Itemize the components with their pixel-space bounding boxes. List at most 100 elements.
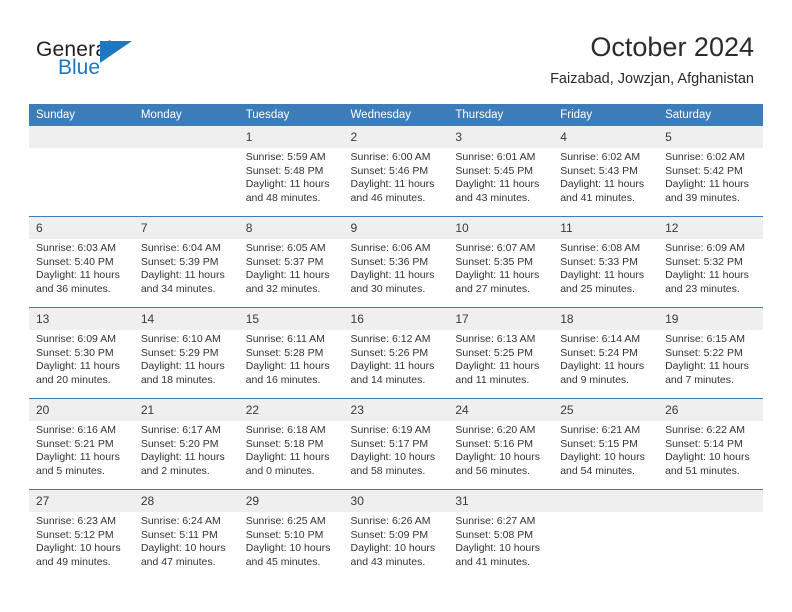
daylight-text: Daylight: 11 hours and 11 minutes. xyxy=(455,360,540,386)
daylight-text: Daylight: 11 hours and 32 minutes. xyxy=(245,269,330,295)
day-number xyxy=(133,126,239,148)
calendar-day-cell[interactable]: 14 Sunrise: 6:10 AM Sunset: 5:29 PM Dayligh… xyxy=(133,307,239,399)
sunset-text: Sunset: 5:40 PM xyxy=(36,255,114,268)
daylight-text: Daylight: 11 hours and 25 minutes. xyxy=(560,269,645,295)
day-number: 13 xyxy=(29,308,134,330)
day-details: Sunrise: 6:02 AM Sunset: 5:42 PM Daylight:… xyxy=(658,148,763,205)
sunset-text: Sunset: 5:35 PM xyxy=(455,255,534,268)
day-details: Sunrise: 6:12 AM Sunset: 5:26 PM Daylight:… xyxy=(344,330,449,387)
calendar-day-cell[interactable]: 6 Sunrise: 6:03 AM Sunset: 5:40 PM Daylight… xyxy=(29,216,134,308)
calendar-day-cell[interactable]: 8 Sunrise: 6:05 AM Sunset: 5:37 PM Daylight… xyxy=(238,216,344,308)
daylight-text: Daylight: 11 hours and 14 minutes. xyxy=(350,360,435,386)
day-number xyxy=(658,490,763,512)
calendar-day-cell[interactable]: 25 Sunrise: 6:21 AM Sunset: 5:15 PM Dayligh… xyxy=(553,398,659,490)
day-number: 11 xyxy=(553,217,659,239)
day-details: Sunrise: 6:05 AM Sunset: 5:37 PM Daylight:… xyxy=(239,239,344,296)
calendar-header-row: Sunday Monday Tuesday Wednesday Thursday Frid… xyxy=(29,104,763,126)
sunset-text: Sunset: 5:11 PM xyxy=(140,528,218,541)
weekday-header-thursday: Thursday xyxy=(448,104,554,126)
calendar-day-cell[interactable]: 31 Sunrise: 6:27 AM Sunset: 5:08 PM Dayligh… xyxy=(448,489,554,580)
day-details: Sunrise: 6:03 AM Sunset: 5:40 PM Daylight:… xyxy=(29,239,134,296)
calendar-day-cell[interactable]: 29 Sunrise: 6:25 AM Sunset: 5:10 PM Dayligh… xyxy=(238,489,344,580)
calendar-day-cell[interactable]: 1 Sunrise: 5:59 AM Sunset: 5:48 PM Daylight… xyxy=(238,126,344,217)
day-details: Sunrise: 6:02 AM Sunset: 5:43 PM Daylight:… xyxy=(553,148,658,205)
calendar-day-cell[interactable]: 23 Sunrise: 6:19 AM Sunset: 5:17 PM Dayligh… xyxy=(343,398,449,490)
calendar-day-cell[interactable]: 20 Sunrise: 6:16 AM Sunset: 5:21 PM Dayligh… xyxy=(29,398,134,490)
day-number: 4 xyxy=(553,126,659,148)
calendar-page: General Blue October 2024 Faizabad, Jowz… xyxy=(0,0,792,612)
sunrise-text: Sunrise: 6:16 AM xyxy=(36,424,116,436)
sunrise-text: Sunrise: 6:26 AM xyxy=(350,515,431,527)
sunset-text: Sunset: 5:15 PM xyxy=(560,437,638,450)
sunrise-text: Sunrise: 6:03 AM xyxy=(36,242,116,254)
day-number: 22 xyxy=(238,399,344,421)
calendar-day-cell[interactable]: 30 Sunrise: 6:26 AM Sunset: 5:09 PM Dayligh… xyxy=(343,489,449,580)
calendar-day-cell[interactable]: 9 Sunrise: 6:06 AM Sunset: 5:36 PM Daylight… xyxy=(343,216,449,308)
calendar-day-cell[interactable]: 2 Sunrise: 6:00 AM Sunset: 5:46 PM Daylight… xyxy=(343,126,449,217)
daylight-text: Daylight: 11 hours and 7 minutes. xyxy=(665,360,749,386)
calendar-day-cell[interactable]: 27 Sunrise: 6:23 AM Sunset: 5:12 PM Dayligh… xyxy=(29,489,134,580)
brand-logo[interactable]: General Blue xyxy=(36,38,236,88)
sunset-text: Sunset: 5:42 PM xyxy=(665,164,743,177)
sunrise-text: Sunrise: 6:09 AM xyxy=(36,333,116,345)
sunrise-text: Sunrise: 6:15 AM xyxy=(665,333,746,345)
page-subtitle: Faizabad, Jowzjan, Afghanistan xyxy=(550,71,754,87)
sunrise-text: Sunrise: 6:21 AM xyxy=(560,424,641,436)
title-block: October 2024 Faizabad, Jowzjan, Afghanis… xyxy=(550,30,754,90)
calendar-day-cell-empty xyxy=(658,489,763,580)
calendar-day-cell[interactable]: 18 Sunrise: 6:14 AM Sunset: 5:24 PM Dayligh… xyxy=(553,307,659,399)
day-details: Sunrise: 6:15 AM Sunset: 5:22 PM Daylight:… xyxy=(658,330,763,387)
sunrise-text: Sunrise: 6:22 AM xyxy=(665,424,746,436)
sunset-text: Sunset: 5:39 PM xyxy=(140,255,219,268)
day-details: Sunrise: 6:09 AM Sunset: 5:32 PM Daylight:… xyxy=(658,239,763,296)
day-number: 9 xyxy=(343,217,449,239)
calendar-day-cell[interactable]: 13 Sunrise: 6:09 AM Sunset: 5:30 PM Dayligh… xyxy=(29,307,134,399)
calendar-day-cell[interactable]: 12 Sunrise: 6:09 AM Sunset: 5:32 PM Dayligh… xyxy=(658,216,763,308)
sunset-text: Sunset: 5:46 PM xyxy=(350,164,429,177)
calendar-day-cell[interactable]: 7 Sunrise: 6:04 AM Sunset: 5:39 PM Daylight… xyxy=(133,216,239,308)
daylight-text: Daylight: 10 hours and 49 minutes. xyxy=(36,542,121,568)
day-number: 15 xyxy=(238,308,344,330)
calendar-day-cell[interactable]: 3 Sunrise: 6:01 AM Sunset: 5:45 PM Daylight… xyxy=(448,126,554,217)
calendar-day-cell[interactable]: 22 Sunrise: 6:18 AM Sunset: 5:18 PM Dayligh… xyxy=(238,398,344,490)
calendar-day-cell[interactable]: 26 Sunrise: 6:22 AM Sunset: 5:14 PM Dayligh… xyxy=(658,398,763,490)
calendar-day-cell[interactable]: 5 Sunrise: 6:02 AM Sunset: 5:42 PM Daylight… xyxy=(658,126,763,217)
day-number xyxy=(29,126,134,148)
day-number: 28 xyxy=(133,490,239,512)
calendar-day-cell[interactable]: 16 Sunrise: 6:12 AM Sunset: 5:26 PM Dayligh… xyxy=(343,307,449,399)
sunrise-text: Sunrise: 6:27 AM xyxy=(455,515,536,527)
daylight-text: Daylight: 11 hours and 27 minutes. xyxy=(455,269,540,295)
day-details: Sunrise: 6:20 AM Sunset: 5:16 PM Daylight:… xyxy=(448,421,553,478)
calendar-day-cell[interactable]: 28 Sunrise: 6:24 AM Sunset: 5:11 PM Dayligh… xyxy=(133,489,239,580)
day-details: Sunrise: 6:24 AM Sunset: 5:11 PM Daylight:… xyxy=(134,512,239,569)
day-details: Sunrise: 6:23 AM Sunset: 5:12 PM Daylight:… xyxy=(29,512,134,569)
sunset-text: Sunset: 5:08 PM xyxy=(455,528,534,541)
daylight-text: Daylight: 10 hours and 43 minutes. xyxy=(350,542,436,568)
calendar-day-cell[interactable]: 15 Sunrise: 6:11 AM Sunset: 5:28 PM Dayligh… xyxy=(238,307,344,399)
sunset-text: Sunset: 5:36 PM xyxy=(350,255,429,268)
sunrise-text: Sunrise: 6:04 AM xyxy=(140,242,221,254)
calendar-day-cell[interactable]: 10 Sunrise: 6:07 AM Sunset: 5:35 PM Dayligh… xyxy=(448,216,554,308)
sunrise-text: Sunrise: 6:25 AM xyxy=(245,515,326,527)
sunset-text: Sunset: 5:29 PM xyxy=(140,346,219,359)
sunset-text: Sunset: 5:20 PM xyxy=(140,437,219,450)
day-details: Sunrise: 6:27 AM Sunset: 5:08 PM Daylight:… xyxy=(448,512,553,569)
calendar-day-cell[interactable]: 11 Sunrise: 6:08 AM Sunset: 5:33 PM Dayligh… xyxy=(553,216,659,308)
weekday-header-sunday: Sunday xyxy=(29,104,134,126)
daylight-text: Daylight: 10 hours and 45 minutes. xyxy=(245,542,331,568)
calendar-day-cell[interactable]: 17 Sunrise: 6:13 AM Sunset: 5:25 PM Dayligh… xyxy=(448,307,554,399)
day-details: Sunrise: 6:08 AM Sunset: 5:33 PM Daylight:… xyxy=(553,239,658,296)
calendar-week-row: 1 Sunrise: 5:59 AM Sunset: 5:48 PM Daylight… xyxy=(29,126,763,217)
sunrise-text: Sunrise: 6:23 AM xyxy=(36,515,116,527)
sunset-text: Sunset: 5:12 PM xyxy=(36,528,114,541)
calendar-day-cell[interactable]: 19 Sunrise: 6:15 AM Sunset: 5:22 PM Dayligh… xyxy=(658,307,763,399)
day-details: Sunrise: 6:22 AM Sunset: 5:14 PM Daylight:… xyxy=(658,421,763,478)
day-number xyxy=(553,490,659,512)
calendar-day-cell[interactable]: 24 Sunrise: 6:20 AM Sunset: 5:16 PM Dayligh… xyxy=(448,398,554,490)
daylight-text: Daylight: 11 hours and 46 minutes. xyxy=(350,178,435,204)
day-number: 30 xyxy=(343,490,449,512)
daylight-text: Daylight: 10 hours and 41 minutes. xyxy=(455,542,541,568)
calendar-day-cell[interactable]: 4 Sunrise: 6:02 AM Sunset: 5:43 PM Daylight… xyxy=(553,126,659,217)
sunset-text: Sunset: 5:24 PM xyxy=(560,346,638,359)
calendar-day-cell[interactable]: 21 Sunrise: 6:17 AM Sunset: 5:20 PM Dayligh… xyxy=(133,398,239,490)
